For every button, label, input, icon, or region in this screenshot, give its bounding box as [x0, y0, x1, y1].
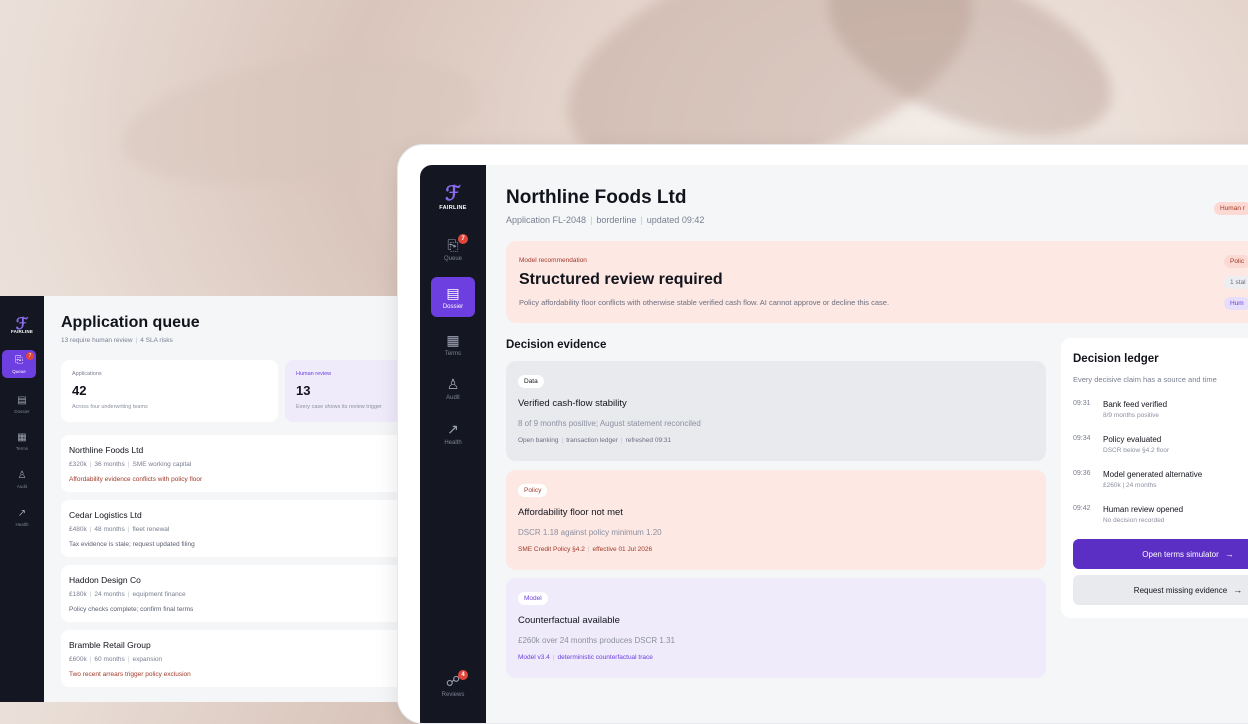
nav-dossier[interactable]: ▤ Dossier	[0, 395, 44, 414]
page-title: Application queue	[61, 314, 200, 331]
nav-audit[interactable]: ♙ Audit	[420, 376, 486, 401]
sidebar: ℱ FAIRLINE ⎘ Queue 7 ▤ Dossier ▦ Terms ♙…	[420, 165, 486, 723]
nav-queue[interactable]: ⎘ Queue 7	[420, 234, 486, 262]
nav-terms[interactable]: ▦ Terms	[420, 332, 486, 357]
nav-terms[interactable]: ▦ Terms	[0, 432, 44, 451]
evidence-card-data[interactable]: Data Verified cash-flow stability 8 of 9…	[506, 361, 1046, 461]
page-title: Northline Foods Ltd	[506, 187, 687, 208]
human-pill: Hum	[1224, 297, 1248, 310]
queue-main: Application queue 13 require human revie…	[44, 296, 410, 702]
nav-queue[interactable]: ⎘ Queue 7	[2, 350, 36, 378]
stat-card-human-review: Human review 13 Every case shows its rev…	[285, 360, 410, 422]
tag-badge: Data	[518, 375, 544, 388]
sidebar: ℱ FAIRLINE ⎘ Queue 7 ▤ Dossier ▦ Terms ♙…	[0, 296, 44, 702]
nav-health[interactable]: ↗ Health	[0, 508, 44, 527]
evidence-heading: Decision evidence	[506, 339, 607, 351]
document-icon: ▤	[17, 395, 27, 406]
nav-health[interactable]: ↗ Health	[420, 421, 486, 446]
document-icon: ▤	[446, 285, 460, 301]
inbox-icon: ⎘	[15, 355, 23, 366]
queue-row[interactable]: Haddon Design Co £180k | 24 months | equipme…	[61, 565, 410, 622]
nav-dossier[interactable]: ▤ Dossier	[431, 277, 475, 317]
recommendation-banner: Model recommendation Structured review r…	[506, 241, 1248, 323]
evidence-card-model[interactable]: Model Counterfactual available £260k ove…	[506, 578, 1046, 678]
reviews-badge: 4	[458, 670, 468, 680]
brand-name: FAIRLINE	[10, 329, 34, 334]
policy-pill: Polic	[1224, 255, 1248, 268]
queue-badge: 7	[458, 234, 468, 244]
tag-badge: Policy	[518, 484, 548, 497]
stale-pill: 1 stal	[1224, 276, 1248, 289]
status-badge: Human r	[1214, 202, 1248, 215]
decision-ledger: Decision ledger Every decisive claim has…	[1061, 338, 1248, 618]
request-missing-evidence-button[interactable]: Request missing evidence →	[1073, 575, 1248, 605]
user-check-icon: ♙	[17, 470, 27, 481]
queue-window: ℱ FAIRLINE ⎘ Queue 7 ▤ Dossier ▦ Terms ♙…	[0, 296, 410, 702]
queue-row[interactable]: Bramble Retail Group £600k | 60 months | exp…	[61, 630, 410, 687]
calculator-icon: ▦	[446, 332, 460, 348]
chart-icon: ↗	[17, 508, 27, 519]
stat-card-applications: Applications 42 Across four underwriting…	[61, 360, 278, 422]
evidence-card-policy[interactable]: Policy Affordability floor not met DSCR …	[506, 470, 1046, 570]
chart-icon: ↗	[447, 421, 459, 437]
arrow-right-icon: →	[1233, 585, 1243, 595]
dossier-main: Northline Foods Ltd Application FL-2048 |…	[486, 165, 1248, 723]
queue-row[interactable]: Northline Foods Ltd £320k | 36 months | SME …	[61, 435, 410, 492]
user-check-icon: ♙	[446, 376, 460, 392]
arrow-right-icon: →	[1224, 549, 1234, 559]
queue-badge: 7	[26, 352, 34, 360]
nav-reviews[interactable]: ☍ Reviews 4	[420, 670, 486, 698]
brand-name: FAIRLINE	[439, 205, 467, 211]
calculator-icon: ▦	[17, 432, 27, 443]
queue-subtitle: 13 require human review | 4 SLA risks	[61, 337, 173, 344]
tag-badge: Model	[518, 592, 548, 605]
open-terms-simulator-button[interactable]: Open terms simulator →	[1073, 539, 1248, 569]
application-meta: Application FL-2048 | borderline | updated 0…	[506, 215, 705, 225]
fairline-logo-icon: ℱ	[445, 183, 461, 205]
queue-row[interactable]: Cedar Logistics Ltd £480k | 48 months | flee…	[61, 500, 410, 557]
dossier-window: ℱ FAIRLINE ⎘ Queue 7 ▤ Dossier ▦ Terms ♙…	[397, 144, 1248, 724]
nav-audit[interactable]: ♙ Audit	[0, 470, 44, 489]
